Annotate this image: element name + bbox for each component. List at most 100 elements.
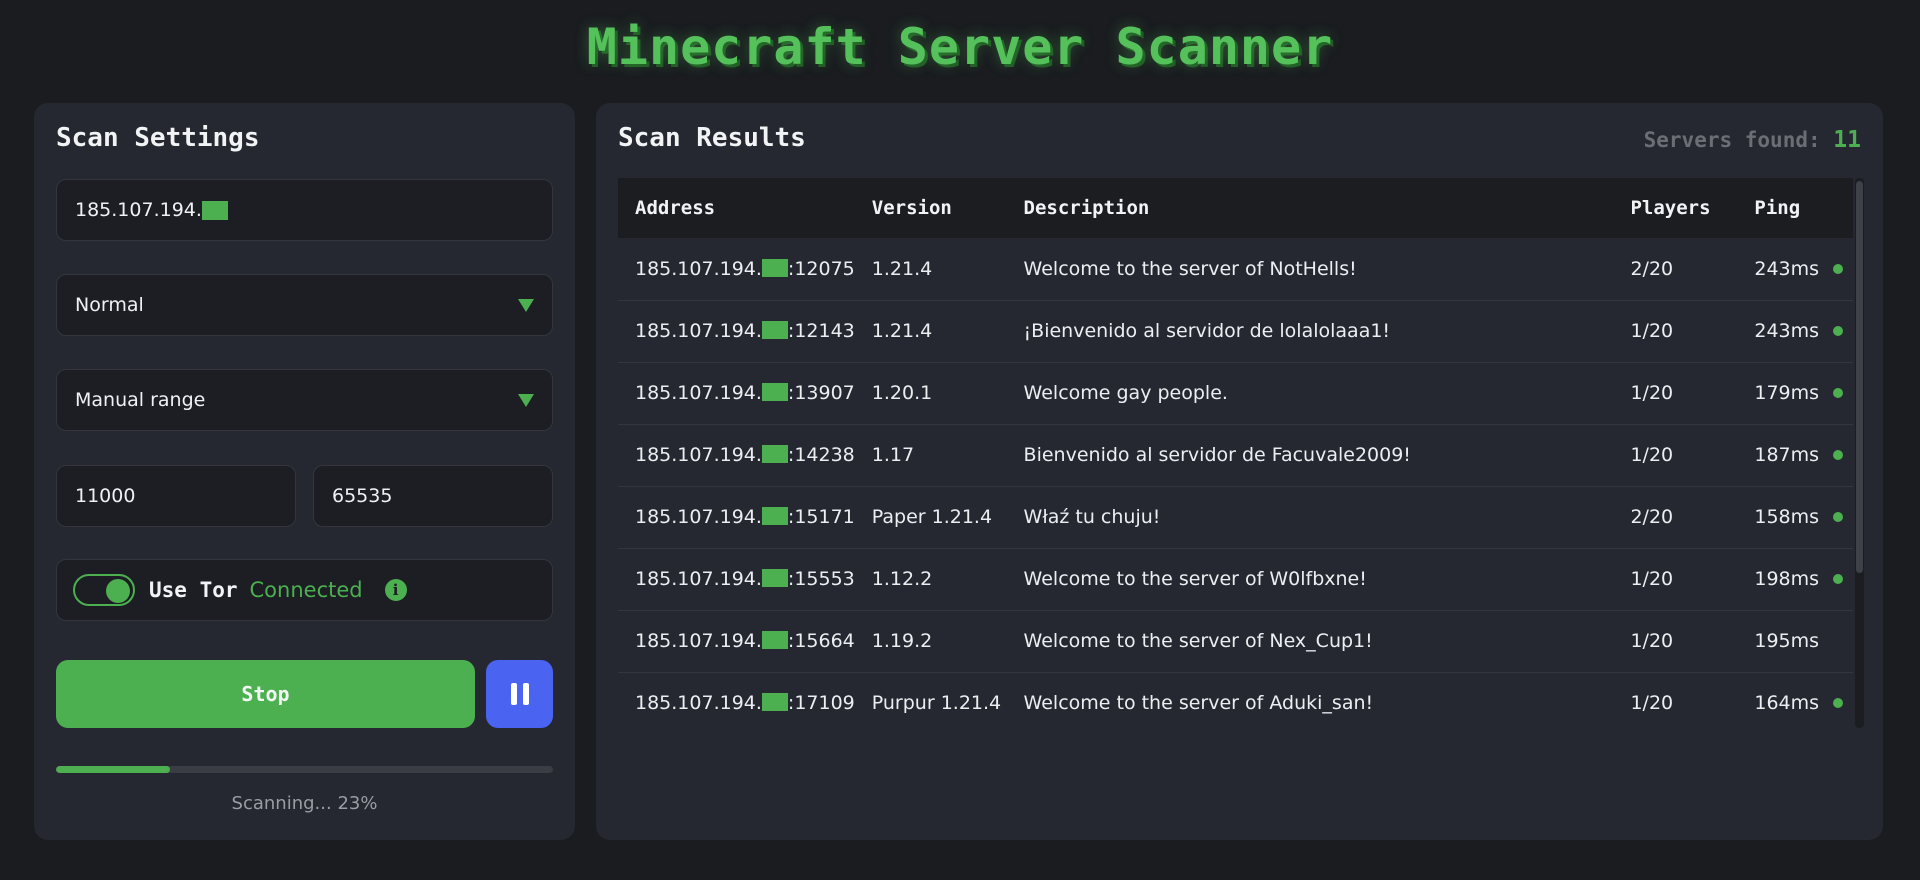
ping-cell: 243ms xyxy=(1737,300,1853,362)
address-prefix: 185.107.194. xyxy=(635,630,762,652)
app-title: Minecraft Server Scanner xyxy=(586,18,1334,76)
description-cell: Bienvenido al servidor de Facuvale2009! xyxy=(1023,444,1411,466)
address-prefix: 185.107.194. xyxy=(635,692,762,714)
description-cell: Welcome to the server of NotHells! xyxy=(1023,257,1357,280)
online-status-dot xyxy=(1833,326,1844,336)
address-prefix: 185.107.194. xyxy=(635,382,762,404)
tor-toggle[interactable] xyxy=(73,574,135,606)
table-row[interactable]: 185.107.194. :13907 1.20.1 Welcome gay peop… xyxy=(618,362,1853,424)
pause-button[interactable] xyxy=(486,660,553,728)
range-mode-value: Manual range xyxy=(75,389,206,411)
results-table-container[interactable]: Address Version Description Players Ping… xyxy=(618,178,1853,728)
ping-cell: 179ms xyxy=(1737,362,1853,424)
chevron-down-icon xyxy=(518,393,534,407)
tor-label: Use Tor xyxy=(149,578,238,602)
pause-icon xyxy=(522,683,529,705)
address-port: :13907 xyxy=(787,382,855,404)
players-cell: 1/20 xyxy=(1630,320,1674,342)
scan-mode-select[interactable]: Normal xyxy=(56,274,553,336)
table-row[interactable]: 185.107.194. :17109 Purpur 1.21.4 Welcome t… xyxy=(618,672,1853,728)
address-prefix: 185.107.194. xyxy=(635,320,762,342)
ping-cell: 164ms xyxy=(1737,672,1853,728)
range-mode-select[interactable]: Manual range xyxy=(56,369,553,431)
results-body: 185.107.194.:12075 1.21.4 Welcome to the s… xyxy=(618,238,1853,728)
servers-found-label: Servers found: xyxy=(1643,128,1821,152)
ip-input[interactable]: 185.107.194. xyxy=(56,179,553,241)
tor-status: Connected xyxy=(249,578,363,602)
address-cell: 185.107.194.:15171 xyxy=(618,486,855,548)
ping-value: 195ms xyxy=(1754,630,1820,652)
version-cell: Purpur 1.21.4 xyxy=(871,692,1002,714)
scrollbar-thumb[interactable] xyxy=(1856,181,1863,573)
address-redaction xyxy=(761,631,788,649)
address-port: :14238 xyxy=(787,444,855,466)
players-cell: 1/20 xyxy=(1630,444,1674,466)
online-status-dot xyxy=(1833,388,1844,398)
ping-value: 243ms xyxy=(1754,320,1820,342)
address-cell: 185.107.194.:12143 xyxy=(618,300,855,362)
online-status-dot xyxy=(1833,698,1844,708)
ping-value: 198ms xyxy=(1754,568,1820,590)
progress-fill xyxy=(56,766,171,773)
version-cell: 1.21.4 xyxy=(871,257,933,280)
port-start-input[interactable]: 11000 xyxy=(56,465,296,527)
players-cell: 1/20 xyxy=(1630,568,1674,590)
settings-title: Scan Settings xyxy=(56,123,260,153)
table-row[interactable]: 185.107.194.:15664 1.19.2 Welcome to the s… xyxy=(618,610,1853,672)
address-port: :15553 xyxy=(787,568,855,590)
port-end-input[interactable]: 65535 xyxy=(313,465,553,527)
online-status-dot xyxy=(1833,512,1844,522)
ping-cell: 198ms xyxy=(1737,548,1853,610)
column-header-players[interactable]: Players xyxy=(1613,178,1737,238)
address-prefix: 185.107.194. xyxy=(635,444,762,466)
scan-results-panel: Scan Results Servers found: 11 Address V… xyxy=(596,103,1883,840)
address-redaction xyxy=(761,321,788,339)
ip-prefix: 185.107.194. xyxy=(75,199,202,221)
address-port: :17109 xyxy=(787,692,855,714)
version-cell: Paper 1.21.4 xyxy=(871,506,993,528)
ping-cell: 187ms xyxy=(1737,424,1853,486)
pause-icon xyxy=(510,683,517,705)
column-header-description[interactable]: Description xyxy=(1007,178,1614,238)
address-cell: 185.107.194.:15664 xyxy=(618,610,855,672)
column-header-version[interactable]: Version xyxy=(855,178,1007,238)
version-cell: 1.20.1 xyxy=(871,382,933,404)
players-cell: 1/20 xyxy=(1630,382,1674,404)
address-cell: 185.107.194. :13907 xyxy=(618,362,855,424)
players-cell: 2/20 xyxy=(1630,257,1674,280)
address-redaction xyxy=(761,258,788,277)
table-row[interactable]: 185.107.194.:14238 1.17 Bienvenido al serv… xyxy=(618,424,1853,486)
address-redaction xyxy=(761,507,788,525)
port-start-value: 11000 xyxy=(75,485,136,507)
ping-value: 158ms xyxy=(1754,506,1820,528)
online-status-dot xyxy=(1833,263,1844,274)
table-row[interactable]: 185.107.194.:12075 1.21.4 Welcome to the s… xyxy=(618,238,1853,300)
ping-value: 164ms xyxy=(1754,692,1820,714)
description-cell: Welcome to the server of Aduki_san! xyxy=(1023,692,1374,714)
version-cell: 1.21.4 xyxy=(871,320,933,342)
address-cell: 185.107.194. :17109 xyxy=(618,672,855,728)
table-row[interactable]: 185.107.194.:12143 1.21.4 ¡Bienvenido al s… xyxy=(618,300,1853,362)
table-row[interactable]: 185.107.194.:15171 Paper 1.21.4 Właź tu ch… xyxy=(618,486,1853,548)
address-port: :15171 xyxy=(787,506,855,528)
address-cell: 185.107.194.:12075 xyxy=(618,238,855,300)
table-row[interactable]: 185.107.194.:15553 1.12.2 Welcome to the s… xyxy=(618,548,1853,610)
chevron-down-icon xyxy=(518,298,534,312)
column-header-address[interactable]: Address xyxy=(618,178,855,238)
progress-text: Scanning... 23% xyxy=(231,793,378,814)
version-cell: 1.19.2 xyxy=(871,630,933,652)
address-prefix: 185.107.194. xyxy=(635,257,762,280)
description-cell: Właź tu chuju! xyxy=(1023,506,1161,528)
info-icon[interactable]: i xyxy=(384,579,407,601)
address-cell: 185.107.194. :14238 xyxy=(618,424,855,486)
ping-cell: 158ms xyxy=(1737,486,1853,548)
progress-bar xyxy=(56,766,553,773)
players-cell: 2/20 xyxy=(1630,506,1674,528)
stop-button[interactable]: Stop xyxy=(56,660,475,728)
online-status-dot xyxy=(1833,450,1844,460)
toggle-knob xyxy=(106,579,130,603)
column-header-ping[interactable]: Ping xyxy=(1737,178,1853,238)
description-cell: Welcome gay people. xyxy=(1023,382,1228,404)
online-status-dot xyxy=(1833,574,1844,584)
ping-value: 179ms xyxy=(1754,382,1820,404)
